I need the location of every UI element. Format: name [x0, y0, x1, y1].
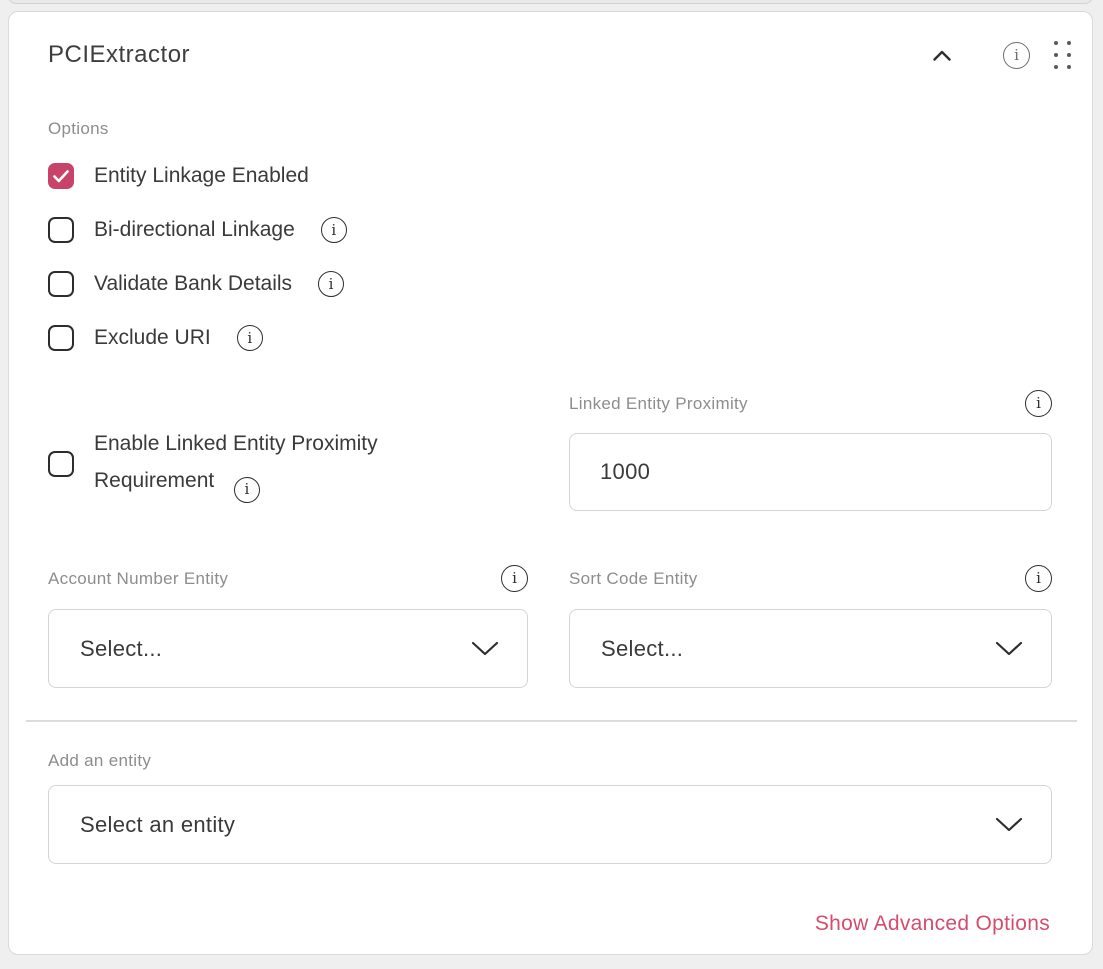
account-number-info-icon[interactable]: i — [501, 565, 528, 592]
checkbox-label: Validate Bank Details — [94, 272, 292, 296]
pci-extractor-card: PCIExtractor i Options Entity Linkage En… — [8, 11, 1093, 955]
header-icons: i — [933, 41, 1071, 69]
checkbox-row-entity-linkage: Entity Linkage Enabled — [48, 149, 347, 203]
proximity-requirement-info-icon[interactable]: i — [234, 477, 260, 503]
options-section-label: Options — [48, 119, 109, 139]
checkbox-label: Entity Linkage Enabled — [94, 164, 309, 188]
proximity-field-header: Linked Entity Proximity i — [569, 390, 1052, 417]
options-checkbox-list: Entity Linkage Enabled Bi-directional Li… — [48, 149, 347, 365]
account-number-select[interactable]: Select... — [48, 609, 528, 688]
validate-bank-details-checkbox[interactable] — [48, 271, 74, 297]
sort-code-select[interactable]: Select... — [569, 609, 1052, 688]
account-number-label: Account Number Entity — [48, 569, 228, 589]
collapse-chevron-up-icon[interactable] — [933, 49, 951, 61]
sort-code-select-value: Select... — [601, 636, 683, 662]
proximity-value-input[interactable] — [569, 433, 1052, 511]
account-number-field-header: Account Number Entity i — [48, 565, 528, 592]
add-entity-label: Add an entity — [48, 751, 151, 771]
drag-handle-icon[interactable] — [1054, 41, 1071, 69]
account-number-select-value: Select... — [80, 636, 162, 662]
add-entity-select-value: Select an entity — [80, 812, 235, 838]
sort-code-label: Sort Code Entity — [569, 569, 698, 589]
checkbox-label: Bi-directional Linkage — [94, 218, 295, 242]
exclude-uri-checkbox[interactable] — [48, 325, 74, 351]
checkbox-row-exclude-uri: Exclude URI i — [48, 311, 347, 365]
sort-code-field-header: Sort Code Entity i — [569, 565, 1052, 592]
bidirectional-info-icon[interactable]: i — [321, 217, 347, 243]
proximity-field-label: Linked Entity Proximity — [569, 394, 748, 414]
previous-card-edge — [8, 0, 1093, 4]
card-header: PCIExtractor i — [48, 40, 1071, 70]
checkbox-label: Exclude URI — [94, 326, 211, 350]
section-divider — [26, 720, 1077, 722]
card-info-icon[interactable]: i — [1003, 42, 1030, 69]
chevron-down-icon — [995, 641, 1023, 656]
entity-linkage-checkbox[interactable] — [48, 163, 74, 189]
bidirectional-linkage-checkbox[interactable] — [48, 217, 74, 243]
chevron-down-icon — [995, 817, 1023, 832]
show-advanced-options-link[interactable]: Show Advanced Options — [815, 912, 1050, 936]
proximity-field-info-icon[interactable]: i — [1025, 390, 1052, 417]
proximity-requirement-row: Enable Linked Entity Proximity Requireme… — [48, 425, 518, 503]
sort-code-info-icon[interactable]: i — [1025, 565, 1052, 592]
validate-bank-info-icon[interactable]: i — [318, 271, 344, 297]
exclude-uri-info-icon[interactable]: i — [237, 325, 263, 351]
add-entity-select[interactable]: Select an entity — [48, 785, 1052, 864]
checkbox-row-bidirectional: Bi-directional Linkage i — [48, 203, 347, 257]
card-title: PCIExtractor — [48, 41, 190, 69]
chevron-down-icon — [471, 641, 499, 656]
checkbox-row-validate-bank: Validate Bank Details i — [48, 257, 347, 311]
proximity-requirement-label: Enable Linked Entity Proximity Requireme… — [94, 425, 504, 503]
proximity-requirement-checkbox[interactable] — [48, 451, 74, 477]
